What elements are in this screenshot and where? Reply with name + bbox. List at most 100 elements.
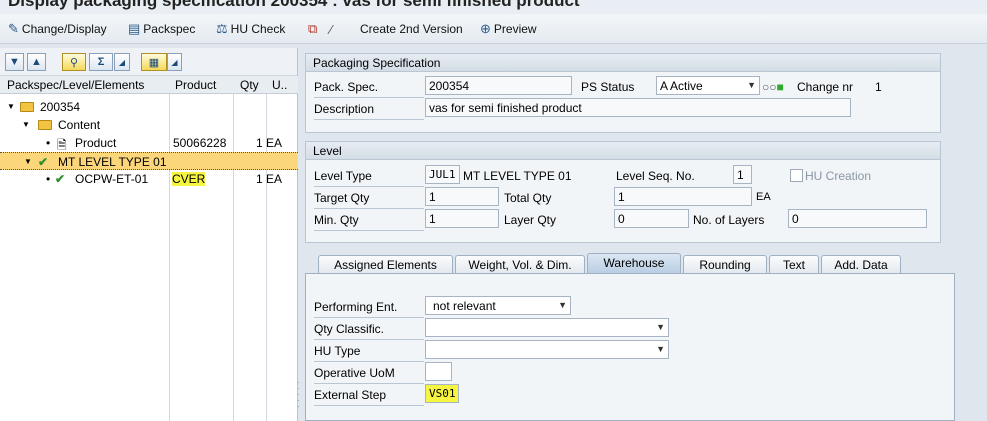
total-qty-field[interactable]: 1 <box>614 187 752 206</box>
chevron-down-icon: ▼ <box>558 300 567 310</box>
preview-button[interactable]: ⊕ Preview <box>480 20 537 38</box>
hu-check-button[interactable]: ⚖ HU Check <box>216 20 285 38</box>
panel-splitter[interactable]: · · · · · <box>297 379 301 411</box>
binoculars-icon: ⚲ <box>69 56 79 69</box>
level-group: Level Level Type JUL1 MT LEVEL TYPE 01 L… <box>305 141 941 243</box>
collapse-all-button[interactable]: ▲ <box>27 53 46 71</box>
level-type-field[interactable]: JUL1 <box>425 165 460 184</box>
performing-ent-value: not relevant <box>433 299 496 313</box>
open-folder-icon <box>20 102 34 112</box>
expanded-arrow-icon: ▼ <box>7 102 15 111</box>
ps-status-dropdown[interactable]: A Active ▼ <box>656 76 760 95</box>
column-unit[interactable]: U.. <box>272 78 287 92</box>
description-label: Description <box>314 102 375 116</box>
tree-node-label: OCPW-ET-01 <box>75 172 149 186</box>
tab-warehouse[interactable]: Warehouse <box>587 253 681 274</box>
change-display-label: Change/Display <box>21 22 107 36</box>
layer-qty-label: Layer Qty <box>504 213 557 227</box>
copy-icon: ⧉ <box>308 21 318 36</box>
ps-status-label: PS Status <box>581 80 635 94</box>
description-field[interactable]: vas for semi finished product <box>425 98 851 117</box>
layout-button[interactable]: ▦ <box>141 53 167 71</box>
total-qty-unit: EA <box>756 191 771 203</box>
expand-all-icon: ▼ <box>9 56 20 68</box>
packspec-label: Packspec <box>143 22 196 36</box>
column-elements[interactable]: Packspec/Level/Elements <box>7 78 144 92</box>
packspec-button[interactable]: ▤ Packspec <box>128 20 195 38</box>
sigma-icon: Σ <box>97 56 105 68</box>
preview-label: Preview <box>493 22 537 36</box>
tree-node-label: Content <box>58 118 101 132</box>
dropdown-small-icon: ◢ <box>118 57 126 67</box>
application-toolbar: ✎ Change/Display ▤ Packspec ⚖ HU Check ⧉… <box>0 14 987 44</box>
expand-all-button[interactable]: ▼ <box>5 53 24 71</box>
operative-uom-label: Operative UoM <box>314 366 395 380</box>
tree-node-qty: 1 EA <box>256 172 283 186</box>
hu-type-dropdown[interactable]: ▼ <box>425 340 669 359</box>
min-qty-label: Min. Qty <box>314 213 359 227</box>
min-qty-field[interactable]: 1 <box>425 209 499 228</box>
hu-creation-checkbox[interactable] <box>790 169 803 182</box>
tree-node-product[interactable]: • 🗎 Product 50066228 1 EA <box>0 134 298 152</box>
open-folder-icon <box>38 120 52 130</box>
copy-button[interactable]: ⧉ <box>308 20 317 38</box>
tab-add-data[interactable]: Add. Data <box>821 255 901 274</box>
tab-weight-vol-dim[interactable]: Weight, Vol. & Dim. <box>455 255 585 274</box>
expanded-arrow-icon: ▼ <box>24 157 32 166</box>
pack-spec-field[interactable]: 200354 <box>425 76 572 95</box>
tree-node-product: 50066228 <box>173 136 227 150</box>
performing-ent-dropdown[interactable]: not relevant ▼ <box>425 296 571 315</box>
tree-node-qty: 1 EA <box>256 136 283 150</box>
find-button[interactable]: ⚲ <box>62 53 86 71</box>
tree-node-label: MT LEVEL TYPE 01 <box>58 155 167 169</box>
tree-node-label: Product <box>75 136 117 150</box>
detail-tabstrip: Assigned Elements Weight, Vol. & Dim. Wa… <box>305 253 955 274</box>
target-qty-label: Target Qty <box>314 191 370 205</box>
qty-classific-dropdown[interactable]: ▼ <box>425 318 669 337</box>
wand-button[interactable]: ⁄ <box>330 20 332 38</box>
window-title: Display packaging specification 200354 :… <box>8 0 580 10</box>
performing-ent-label: Performing Ent. <box>314 300 398 314</box>
column-product[interactable]: Product <box>175 78 216 92</box>
tree-node-packspec[interactable]: ▼ 200354 <box>0 98 298 116</box>
packaging-specification-group: Packaging Specification Pack. Spec. 2003… <box>305 53 941 133</box>
tree-node-label: 200354 <box>40 100 81 114</box>
tab-text[interactable]: Text <box>769 255 819 274</box>
group-title: Packaging Specification <box>306 54 940 72</box>
window-title-bar: Display packaging specification 200354 :… <box>0 0 987 14</box>
sum-button[interactable]: Σ <box>89 53 113 71</box>
chevron-down-icon: ▼ <box>656 322 665 332</box>
column-qty[interactable]: Qty <box>240 78 259 92</box>
level-seq-field[interactable]: 1 <box>733 165 752 184</box>
hu-check-label: HU Check <box>230 22 286 36</box>
no-layers-label: No. of Layers <box>693 213 765 227</box>
external-step-field[interactable]: VS01 <box>425 384 459 403</box>
tab-assigned-elements[interactable]: Assigned Elements <box>318 255 453 274</box>
operative-uom-field[interactable] <box>425 362 452 381</box>
hu-type-label: HU Type <box>314 344 361 358</box>
expanded-arrow-icon: ▼ <box>22 120 30 129</box>
external-step-label: External Step <box>314 388 387 402</box>
change-nr-value: 1 <box>875 80 882 94</box>
preview-icon: ⊕ <box>480 21 491 36</box>
layer-qty-field[interactable]: 0 <box>614 209 689 228</box>
checkmark-icon: ✔ <box>55 172 66 186</box>
tree-node-element[interactable]: • ✔ OCPW-ET-01 CVER 1 EA <box>0 170 298 188</box>
change-display-icon: ✎ <box>8 21 19 36</box>
group-title: Level <box>306 142 940 160</box>
status-lights-icon: ○○■ <box>762 80 784 94</box>
tree-node-level[interactable]: ▼ ✔ MT LEVEL TYPE 01 <box>0 152 298 170</box>
layout-dropdown-button[interactable]: ◢ <box>167 53 182 71</box>
level-type-label: Level Type <box>314 169 372 183</box>
no-layers-field[interactable]: 0 <box>788 209 927 228</box>
sum-dropdown-button[interactable]: ◢ <box>114 53 130 71</box>
tab-rounding[interactable]: Rounding <box>683 255 767 274</box>
target-qty-field[interactable]: 1 <box>425 187 499 206</box>
create-2nd-version-button[interactable]: Create 2nd Version <box>360 20 463 38</box>
level-seq-label: Level Seq. No. <box>616 169 695 183</box>
tree-node-content[interactable]: ▼ Content <box>0 116 298 134</box>
checkmark-icon: ✔ <box>38 155 49 169</box>
change-display-button[interactable]: ✎ Change/Display <box>8 20 107 38</box>
hu-creation-label: HU Creation <box>805 169 872 183</box>
qty-classific-label: Qty Classific. <box>314 322 385 336</box>
